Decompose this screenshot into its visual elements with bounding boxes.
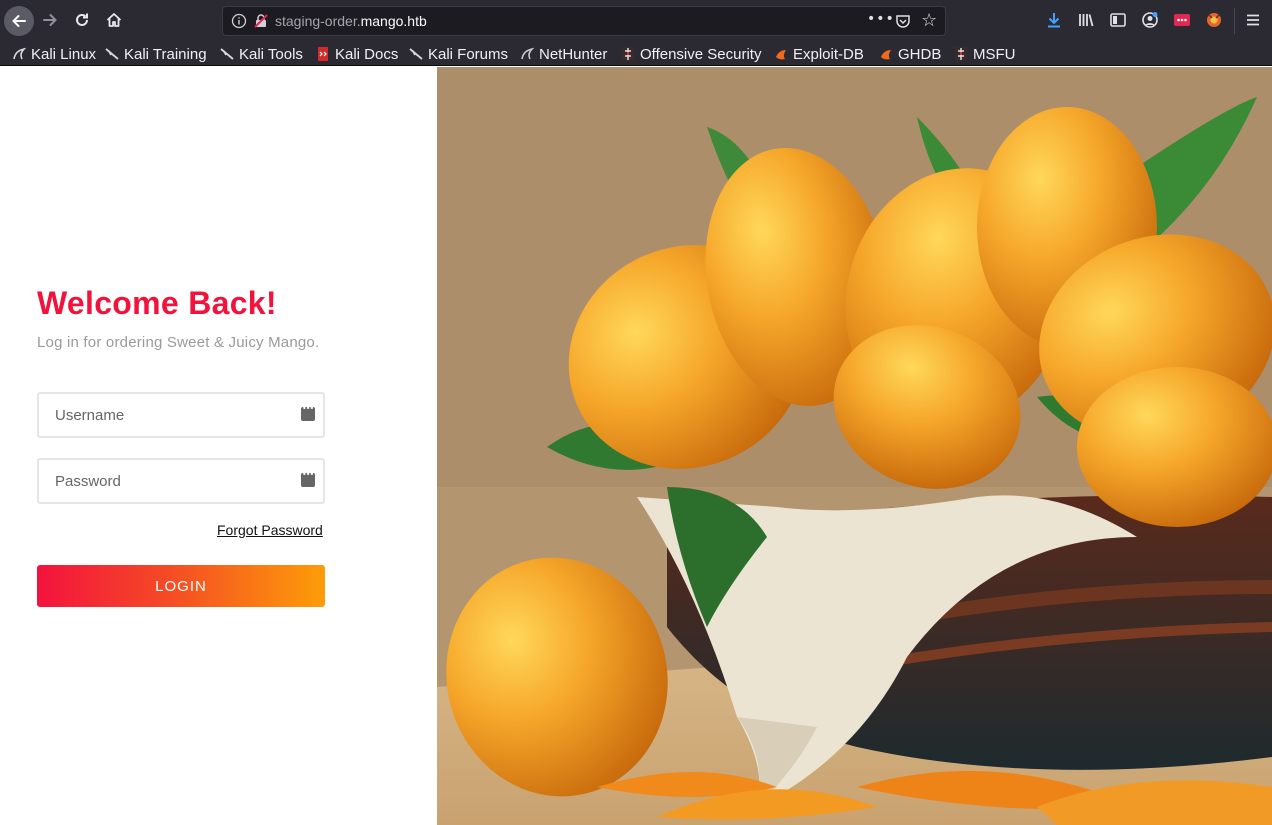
- exploitdb-icon: [776, 50, 786, 60]
- bookmark-label: Kali Linux: [31, 45, 97, 63]
- bookmark-ghdb[interactable]: GHDB: [879, 44, 941, 64]
- bookmark-kali-forums[interactable]: Kali Forums: [409, 44, 508, 64]
- username-field[interactable]: [37, 392, 325, 438]
- offsec-icon: [955, 47, 967, 61]
- insecure-lock-icon[interactable]: [253, 13, 269, 29]
- toolbar-separator: [1234, 8, 1235, 34]
- back-button[interactable]: [4, 6, 34, 36]
- bookmark-label: Kali Tools: [239, 45, 303, 63]
- url-text[interactable]: staging-order.mango.htb: [275, 13, 427, 29]
- page-actions-menu-icon[interactable]: •••: [867, 11, 895, 27]
- bookmark-label: Kali Forums: [428, 45, 509, 63]
- hero-image: [437, 67, 1272, 825]
- kali-docs-icon: [318, 47, 328, 61]
- reload-icon: [76, 13, 88, 26]
- bookmark-label: NetHunter: [539, 45, 608, 63]
- bookmark-kali-docs[interactable]: Kali Docs: [316, 44, 398, 64]
- kali-dragon-icon: [13, 47, 26, 60]
- bookmark-msfu[interactable]: MSFU: [954, 44, 1016, 64]
- kali-dragon-icon: [409, 48, 423, 60]
- bookmark-kali-training[interactable]: Kali Training: [105, 44, 207, 64]
- mango-basket-photo: [437, 67, 1272, 825]
- password-manager-icon[interactable]: [301, 470, 315, 487]
- foxyproxy-icon[interactable]: [1205, 11, 1223, 29]
- bookmark-star-icon[interactable]: ☆: [921, 10, 937, 31]
- account-icon[interactable]: [1141, 11, 1159, 29]
- kali-dragon-icon: [105, 48, 119, 60]
- download-icon[interactable]: [1045, 11, 1063, 29]
- bookmark-nethunter[interactable]: NetHunter: [520, 44, 607, 64]
- bookmark-kali-tools[interactable]: Kali Tools: [220, 44, 303, 64]
- browser-toolbar: staging-order.mango.htb ••• ☆: [0, 0, 1272, 42]
- password-manager-icon[interactable]: [301, 404, 315, 421]
- username-input[interactable]: [55, 405, 295, 425]
- forward-button[interactable]: [36, 6, 64, 34]
- bookmark-label: Exploit-DB: [793, 45, 864, 63]
- exploitdb-icon: [881, 50, 891, 60]
- url-bar[interactable]: staging-order.mango.htb ••• ☆: [222, 6, 946, 36]
- login-panel: Welcome Back! Log in for ordering Sweet …: [0, 67, 437, 825]
- pocket-icon[interactable]: [895, 13, 911, 29]
- forgot-password-link[interactable]: Forgot Password: [217, 522, 323, 538]
- kali-dragon-icon: [220, 48, 234, 60]
- page-subtitle: Log in for ordering Sweet & Juicy Mango.: [37, 334, 320, 351]
- password-input[interactable]: [55, 471, 295, 491]
- home-button[interactable]: [100, 6, 128, 34]
- library-icon[interactable]: [1077, 11, 1095, 29]
- bookmark-label: GHDB: [898, 45, 942, 63]
- info-icon[interactable]: [231, 13, 247, 29]
- arrow-right-icon: [43, 14, 57, 26]
- bookmark-label: Kali Training: [124, 45, 207, 63]
- extension-dots-icon[interactable]: [1173, 11, 1191, 29]
- bookmarks-bar: Kali Linux Kali Training Kali Tools Kali…: [0, 42, 1272, 66]
- bookmark-kali-linux[interactable]: Kali Linux: [12, 44, 96, 64]
- home-icon: [106, 13, 122, 27]
- reload-button[interactable]: [68, 6, 96, 34]
- arrow-left-icon: [12, 15, 26, 27]
- password-field[interactable]: [37, 458, 325, 504]
- bookmark-label: Kali Docs: [335, 45, 399, 63]
- bookmark-label: Offensive Security: [640, 45, 762, 63]
- bookmark-exploit-db[interactable]: Exploit-DB: [774, 44, 864, 64]
- bookmark-offensive-security[interactable]: Offensive Security: [621, 44, 761, 64]
- offsec-icon: [622, 47, 634, 61]
- page-title: Welcome Back!: [37, 285, 277, 321]
- bookmark-label: MSFU: [973, 45, 1016, 63]
- url-subdomain: staging-order.: [275, 13, 361, 29]
- login-button[interactable]: LOGIN: [37, 565, 325, 607]
- sidebar-icon[interactable]: [1109, 11, 1127, 29]
- nethunter-icon: [521, 47, 534, 60]
- url-domain: mango.htb: [360, 13, 427, 29]
- hamburger-menu-icon[interactable]: [1244, 11, 1262, 29]
